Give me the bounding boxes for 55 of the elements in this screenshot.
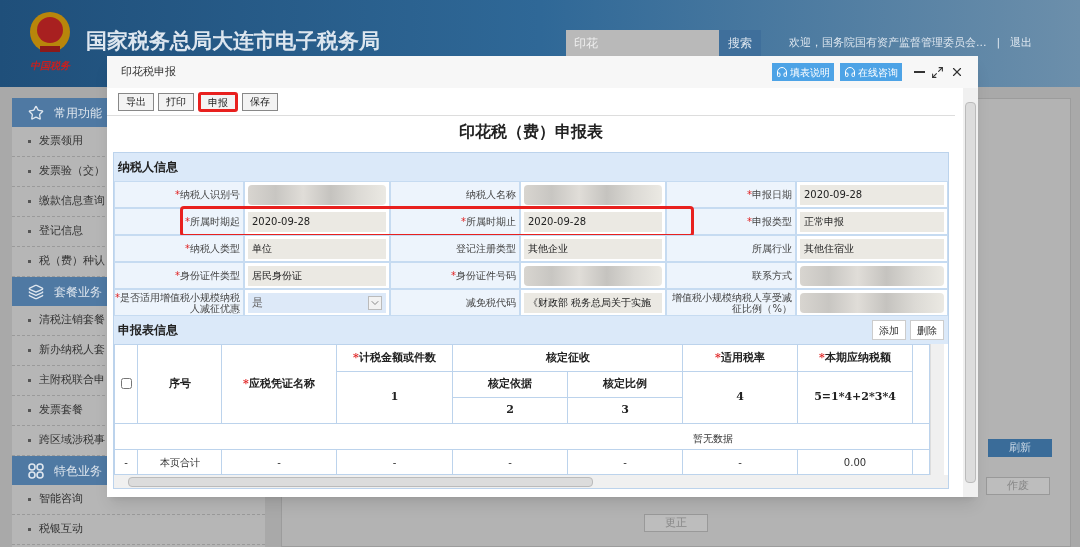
field-label: *所属时期起 <box>114 208 244 235</box>
table-cell: - <box>221 449 337 475</box>
field-label: *纳税人类型 <box>114 235 244 262</box>
field-label: *纳税人识别号 <box>114 181 244 208</box>
field-label: *申报日期 <box>666 181 796 208</box>
column-header: *计税金额或件数 <box>336 344 453 372</box>
column-header: *本期应纳税额 <box>797 344 913 372</box>
required-mark: * <box>115 291 120 303</box>
section-title: 申报表信息 <box>118 322 178 339</box>
required-mark: * <box>243 376 249 390</box>
welcome-text: 欢迎，国务院国有资产监督管理委员会... <box>789 34 987 51</box>
column-header: *适用税率 <box>682 344 798 372</box>
column-header: 核定依据 <box>452 371 568 398</box>
required-mark: * <box>715 350 721 364</box>
field-label: 所属行业 <box>666 235 796 262</box>
dialog-title: 印花税申报 <box>121 63 176 80</box>
required-mark: * <box>461 216 466 227</box>
column-header: *应税凭证名称 <box>221 344 337 424</box>
field-label: *身份证件号码 <box>390 262 520 289</box>
table-cell: 0.00 <box>797 449 913 475</box>
required-mark: * <box>175 270 180 281</box>
section-header: 纳税人信息 <box>114 153 948 181</box>
table-cell: - <box>567 449 683 475</box>
empty-table-text: 暂无数据 <box>693 432 733 444</box>
table-cell: 本页合计 <box>137 449 222 475</box>
field-label: 登记注册类型 <box>390 235 520 262</box>
required-mark: * <box>747 216 752 227</box>
field-label: 纳税人名称 <box>390 181 520 208</box>
field-label: 减免税代码 <box>390 289 520 316</box>
required-mark: * <box>747 189 752 200</box>
required-mark: * <box>175 189 180 200</box>
field-label: *申报类型 <box>666 208 796 235</box>
column-header: 核定比例 <box>567 371 683 398</box>
required-mark: * <box>353 350 359 364</box>
logo-caption: 中国税务 <box>30 59 70 73</box>
field-label: *身份证件类型 <box>114 262 244 289</box>
form-title: 印花税（费）申报表 <box>458 121 604 143</box>
column-header: 核定征收 <box>452 344 683 372</box>
column-header: 序号 <box>137 344 222 424</box>
column-header: 1 <box>336 371 453 424</box>
table-cell: - <box>336 449 453 475</box>
column-header: 4 <box>682 371 798 424</box>
separator-text: | <box>996 34 1001 51</box>
table-cell: - <box>114 449 138 475</box>
field-label: 联系方式 <box>666 262 796 289</box>
site-title: 国家税务总局大连市电子税务局 <box>86 28 380 55</box>
required-mark: * <box>819 350 825 364</box>
table-cell: - <box>452 449 568 475</box>
required-mark: * <box>185 243 190 254</box>
table-cell: - <box>682 449 798 475</box>
required-mark: * <box>185 216 190 227</box>
column-header: 2 <box>452 397 568 424</box>
field-label: *是否适用增值税小规模纳税人减征优惠 <box>114 289 244 316</box>
field-label: 增值税小规模纳税人享受减征比例（%） <box>666 289 796 316</box>
required-mark: * <box>451 270 456 281</box>
